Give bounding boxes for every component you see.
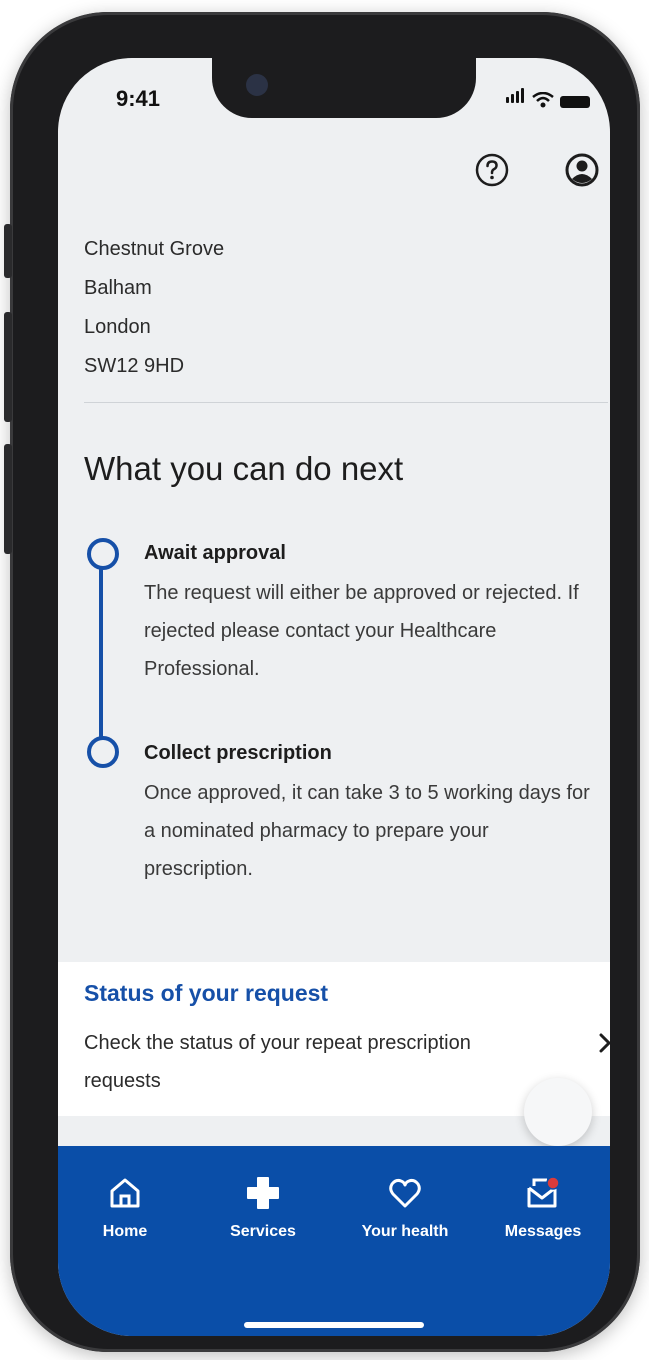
- nav-label-your-health: Your health: [361, 1223, 449, 1240]
- timeline-step-1-marker: [87, 538, 119, 570]
- floating-action-button[interactable]: [524, 1078, 592, 1146]
- nav-label-messages: Messages: [504, 1223, 582, 1240]
- address-line-3: London: [84, 316, 151, 338]
- screen: 9:41 Chestnut Grove Balham London SW12 9…: [58, 58, 610, 1336]
- status-time: 9:41: [116, 86, 161, 111]
- profile-icon[interactable]: [564, 152, 600, 188]
- home-icon: [110, 1178, 140, 1208]
- timeline-step-2-marker: [87, 736, 119, 768]
- address-line-2: Balham: [84, 277, 152, 299]
- signal-icon: [506, 88, 526, 108]
- nav-label-services: Services: [230, 1223, 296, 1240]
- camera-icon: [246, 74, 268, 96]
- step-1-text: The request will either be approved or r…: [144, 582, 579, 680]
- nav-item-messages[interactable]: Messages: [478, 1176, 608, 1241]
- battery-icon: [560, 96, 590, 108]
- plus-icon: [247, 1177, 279, 1209]
- address-line-1: Chestnut Grove: [84, 238, 225, 260]
- chevron-right-icon: [599, 1033, 610, 1053]
- heart-icon: [389, 1178, 421, 1208]
- phone-frame: 9:41 Chestnut Grove Balham London SW12 9…: [4, 12, 640, 1352]
- nav-label-home: Home: [102, 1223, 148, 1240]
- notification-dot: [546, 1176, 560, 1190]
- volume-down-button: [4, 444, 12, 554]
- nav-item-home[interactable]: Home: [60, 1176, 190, 1241]
- address-line-4: SW12 9HD: [84, 355, 185, 377]
- status-card-description: Check the status of your repeat prescrip…: [84, 1032, 471, 1092]
- divider: [84, 402, 608, 403]
- wifi-icon: [532, 92, 554, 108]
- nav-item-services[interactable]: Services: [198, 1176, 328, 1241]
- step-2-text: Once approved, it can take 3 to 5 workin…: [144, 782, 590, 880]
- bottom-navigation: Home Services Your health Messages: [58, 1146, 610, 1336]
- next-steps-heading: What you can do next: [84, 450, 404, 487]
- envelope-icon: [527, 1176, 560, 1208]
- silent-switch: [4, 224, 12, 278]
- timeline-line: [99, 558, 103, 744]
- step-1-title: Await approval: [144, 542, 286, 564]
- status-of-request-card[interactable]: Status of your request Check the status …: [58, 962, 610, 1116]
- volume-up-button: [4, 312, 12, 422]
- home-indicator: [244, 1322, 424, 1328]
- step-2-title: Collect prescription: [144, 742, 332, 764]
- status-card-title[interactable]: Status of your request: [84, 980, 328, 1007]
- help-icon[interactable]: [474, 152, 510, 188]
- nav-item-your-health[interactable]: Your health: [340, 1176, 470, 1241]
- status-icons: [506, 88, 590, 108]
- address-block: Chestnut Grove Balham London SW12 9HD: [84, 230, 224, 386]
